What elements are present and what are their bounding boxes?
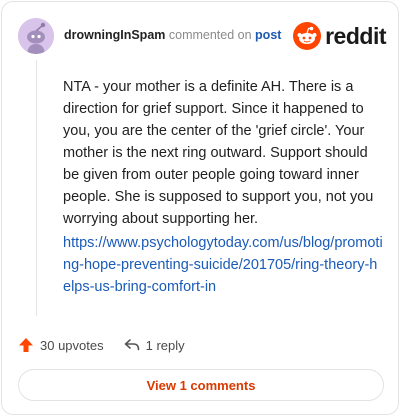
- comment-verb: commented on: [168, 28, 252, 42]
- brand-name: reddit: [325, 22, 386, 49]
- reddit-snoo-icon: [293, 22, 322, 50]
- comment-meta: drowningInSpam commented on post: [64, 27, 281, 43]
- reply-button[interactable]: 1 reply: [124, 337, 185, 353]
- author-name[interactable]: drowningInSpam: [64, 28, 165, 42]
- upvote-arrow-icon: [19, 338, 33, 352]
- comment-actions: 30 upvotes 1 reply: [18, 335, 185, 355]
- comment-header: drowningInSpam commented on post reddit: [18, 18, 386, 54]
- reply-count: 1 reply: [145, 337, 185, 353]
- upvote-count: 30 upvotes: [40, 337, 104, 353]
- post-link[interactable]: post: [255, 28, 281, 42]
- snoo-avatar-icon: [18, 18, 54, 54]
- comment-body: NTA - your mother is a definite AH. Ther…: [63, 79, 374, 227]
- comment-card: drowningInSpam commented on post reddit …: [1, 1, 399, 415]
- reply-arrow-icon: [124, 339, 139, 351]
- reddit-brand[interactable]: reddit: [293, 22, 386, 50]
- comment-link[interactable]: https://www.psychologytoday.com/us/blog/…: [63, 232, 385, 298]
- user-avatar[interactable]: [18, 18, 54, 54]
- view-comments-button[interactable]: View 1 comments: [18, 369, 384, 401]
- thread-line: [36, 60, 37, 316]
- upvote-button[interactable]: 30 upvotes: [18, 337, 104, 353]
